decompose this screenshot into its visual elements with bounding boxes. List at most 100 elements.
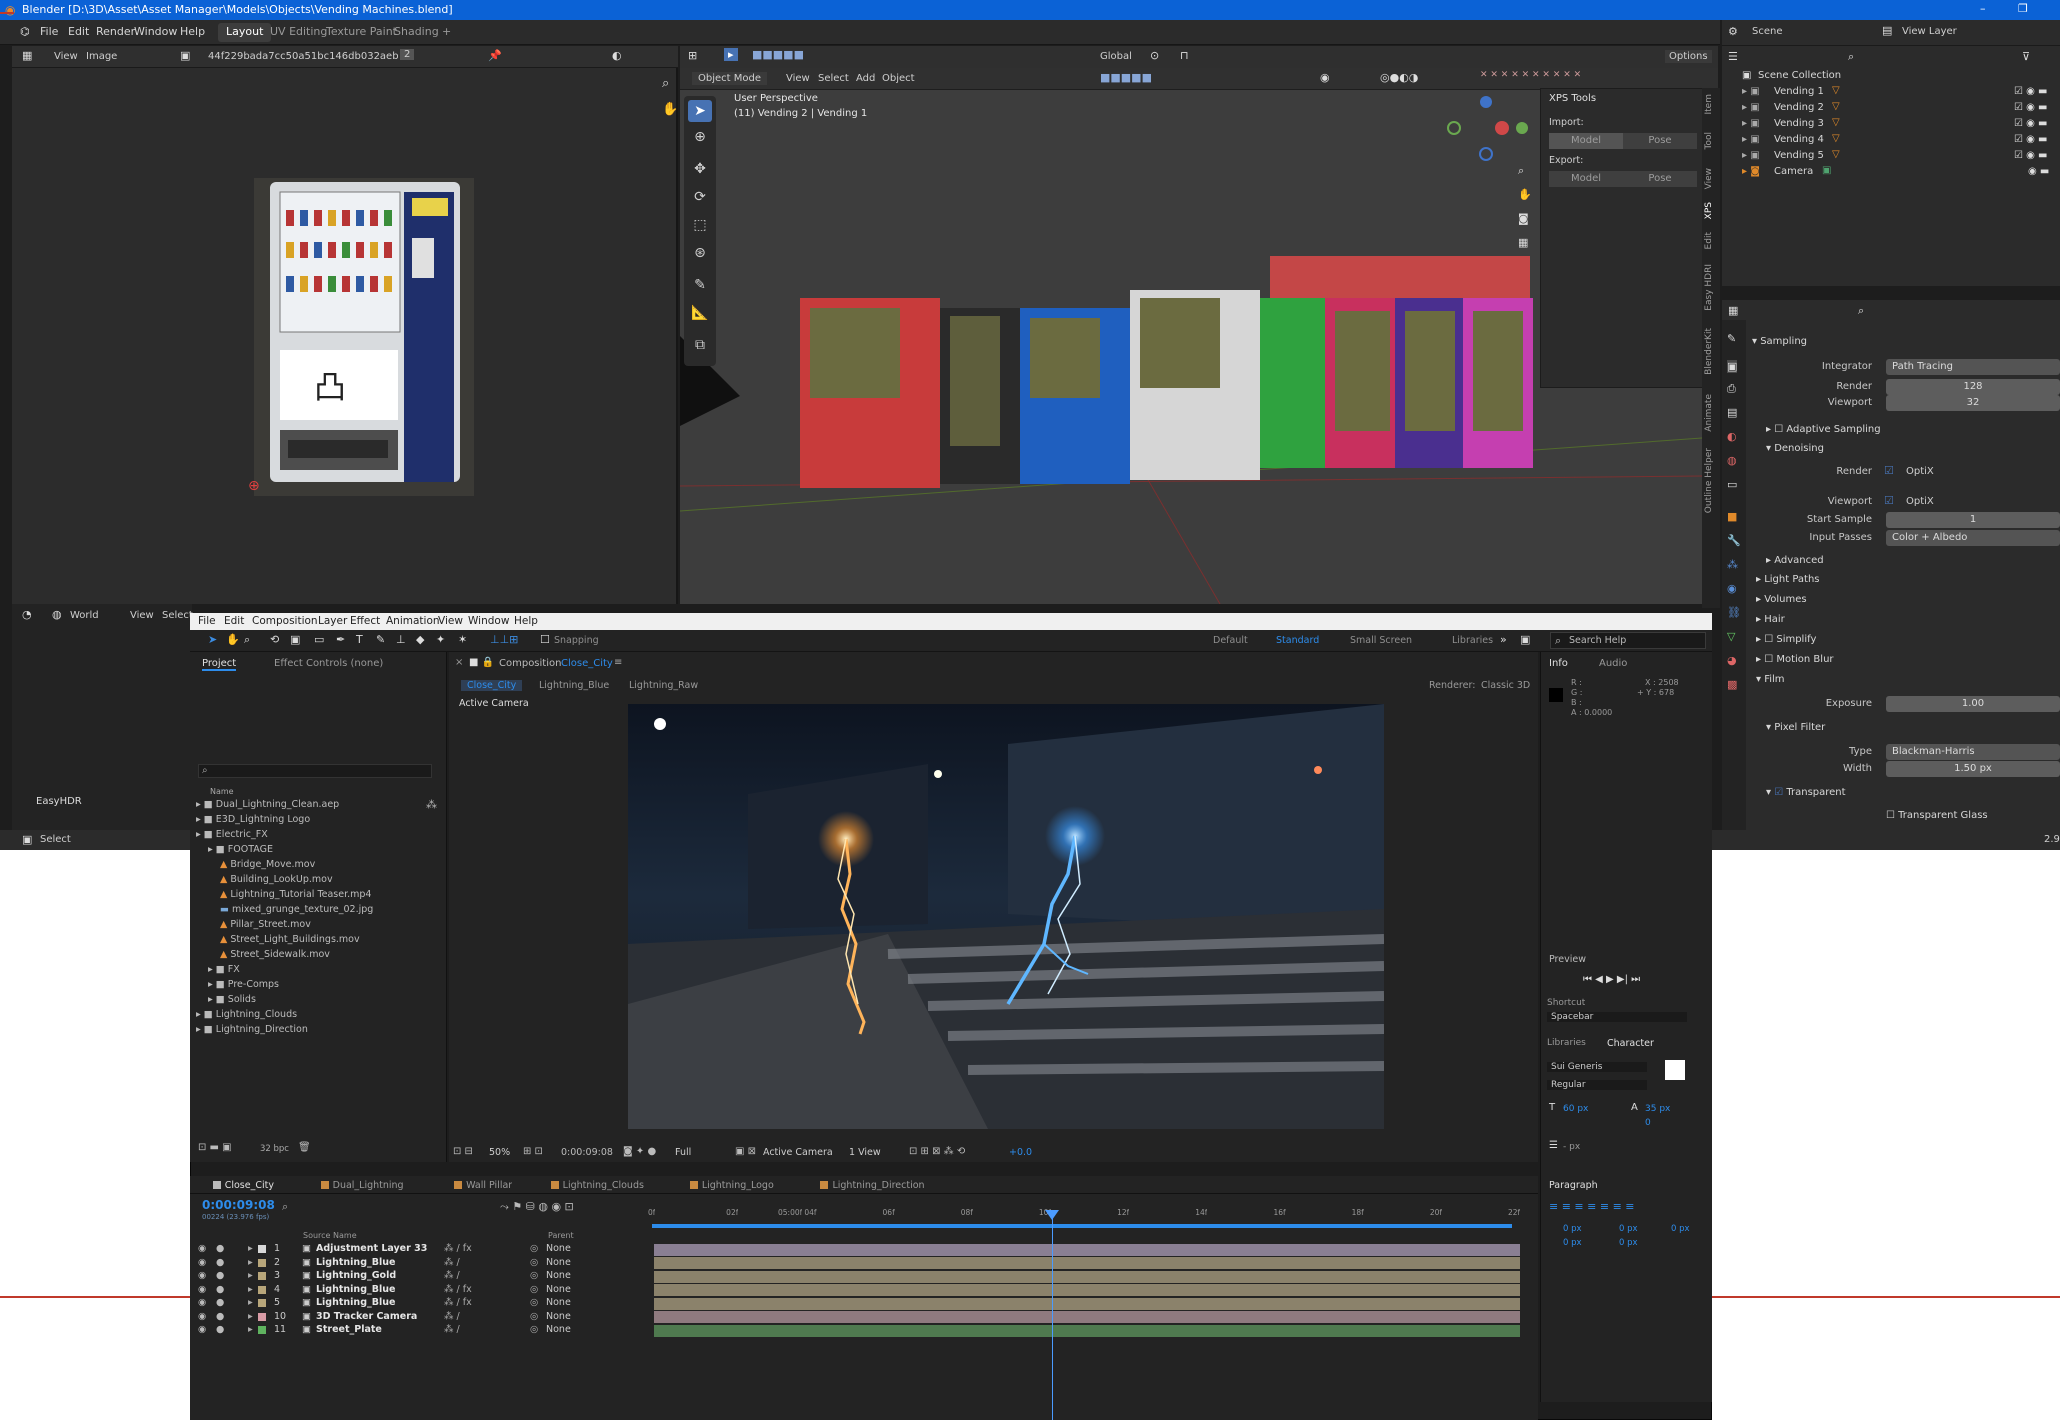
indent-right-field[interactable]: 0 px <box>1671 1224 1690 1234</box>
mode-dropdown[interactable]: Object Mode <box>692 72 767 85</box>
more-workspaces-icon[interactable]: » <box>1500 633 1507 646</box>
axis-tools-icon[interactable]: ⊥⊥⊞ <box>490 633 518 646</box>
timeline-search-icon[interactable]: ⌕ <box>282 1200 288 1214</box>
snapshot-icon[interactable]: ◙ ✦ ● <box>623 1146 656 1157</box>
clone-tool-icon[interactable]: ⊥ <box>396 633 406 646</box>
project-tab[interactable]: Project <box>202 658 237 671</box>
solo-icon[interactable]: ● <box>216 1257 224 1268</box>
timeline-tab[interactable]: Close_City <box>212 1180 274 1191</box>
menu-object[interactable]: Object <box>882 73 915 84</box>
pan-hand-icon[interactable]: ✋ <box>662 102 678 117</box>
collection-tab-icon[interactable]: ▭ <box>1727 478 1737 491</box>
search-help-box[interactable]: ⌕ Search Help <box>1550 632 1706 649</box>
denoise-viewport-checkbox[interactable]: ☑ <box>1884 494 1894 507</box>
parent-pickwhip-icon[interactable]: ◎ <box>530 1270 538 1281</box>
timeline-tab[interactable]: Lightning_Direction <box>820 1180 925 1191</box>
add-cube-tool-icon[interactable]: ⧉ <box>688 334 712 356</box>
visibility-icon[interactable]: ◉ <box>198 1243 206 1254</box>
ae-menu-window[interactable]: Window <box>468 615 509 627</box>
film-section[interactable]: ▾ Film <box>1756 674 1785 685</box>
renderer-value[interactable]: Classic 3D <box>1481 680 1530 691</box>
space-after-field[interactable]: 0 px <box>1619 1238 1638 1248</box>
space-before-field[interactable]: 0 px <box>1563 1238 1582 1248</box>
export-pose-button[interactable]: Pose <box>1623 171 1697 187</box>
viewport-samples-field[interactable]: 32 <box>1886 395 2060 411</box>
expand-icon[interactable]: ▸ ▣ <box>1742 118 1760 129</box>
tab-view[interactable]: View <box>1704 168 1718 189</box>
flowchart-icon[interactable]: ⁂ <box>426 798 437 811</box>
selection-mode-icons[interactable]: ■■■■■ <box>752 48 804 61</box>
properties-type-icon[interactable]: ▦ <box>1728 304 1738 317</box>
shading-mode-icons[interactable]: ◎●◐◑ <box>1380 71 1418 84</box>
tab-edit[interactable]: Edit <box>1704 232 1718 249</box>
indent-first-field[interactable]: 0 px <box>1619 1224 1638 1234</box>
parent-dropdown[interactable]: None <box>546 1270 571 1281</box>
current-timecode[interactable]: 0:00:09:08 <box>202 1198 275 1212</box>
measure-tool-icon[interactable]: 📐 <box>688 302 712 324</box>
switches-icons[interactable]: ⁂ / fx <box>444 1243 472 1254</box>
project-item[interactable]: ▸ ■ FOOTAGE <box>208 844 273 855</box>
workspace-standard[interactable]: Standard <box>1276 635 1319 646</box>
menu-select[interactable]: Select <box>818 73 849 84</box>
visibility-icon[interactable]: ◉ <box>198 1324 206 1335</box>
paragraph-tab[interactable]: Paragraph <box>1549 1180 1598 1191</box>
expand-icon[interactable]: ▸ <box>248 1270 253 1281</box>
zoom-dropdown[interactable]: 50% <box>489 1147 510 1158</box>
visibility-icon[interactable]: ◉ <box>198 1297 206 1308</box>
playback-controls-icons[interactable]: ⏮ ◀ ▶ ▶| ⏭ <box>1583 974 1640 985</box>
sync-icon[interactable]: ▣ <box>1520 633 1530 646</box>
move-tool-icon[interactable]: ✥ <box>688 158 712 180</box>
menu-edit[interactable]: Edit <box>68 25 89 38</box>
data-tab-icon[interactable]: ▽ <box>1727 630 1735 643</box>
timeline-layer-row[interactable]: ◉ ● ▸ 2 ▣ Lightning_Blue ⁂ / ◎ None <box>196 1257 636 1270</box>
search-help-input[interactable]: Search Help <box>1569 635 1626 646</box>
tool-tab-icon[interactable]: ✎ <box>1727 332 1736 345</box>
expand-icon[interactable]: ▸ ▣ <box>1742 150 1760 161</box>
camera-dropdown[interactable]: Active Camera <box>763 1147 833 1158</box>
maximize-icon[interactable]: ❐ <box>2018 2 2028 15</box>
project-item[interactable]: ▸ ■ Solids <box>208 994 256 1005</box>
layer-duration-bar[interactable] <box>654 1324 1520 1337</box>
layer-duration-bar[interactable] <box>654 1297 1520 1310</box>
layer-duration-bar[interactable] <box>654 1243 1520 1256</box>
object-type-filter-icons[interactable]: ■■■■■ <box>1100 71 1152 84</box>
visibility-icon[interactable]: ◉ <box>198 1284 206 1295</box>
hair-section[interactable]: ▸ Hair <box>1756 614 1785 625</box>
cursor-tool-icon[interactable]: ⊕ <box>688 126 712 148</box>
parent-dropdown[interactable]: None <box>546 1243 571 1254</box>
project-item[interactable]: ▸ ■ FX <box>208 964 240 975</box>
simplify-section[interactable]: ▸ ☐ Simplify <box>1756 634 1816 645</box>
type-tool-icon[interactable]: T <box>356 633 363 646</box>
eraser-tool-icon[interactable]: ◆ <box>416 633 424 646</box>
composition-name[interactable]: Close_City <box>561 658 613 669</box>
constraints-tab-icon[interactable]: ⛓ <box>1727 606 1741 619</box>
image-editor[interactable]: 凸 ⌕ ✋ ⊕ <box>12 46 678 604</box>
denoising-section[interactable]: ▾ Denoising <box>1766 443 1824 454</box>
project-item[interactable]: ▸ ■ Pre-Comps <box>208 979 279 990</box>
viewport-pan-icon[interactable]: ✋ <box>1518 188 1532 201</box>
motion-blur-section[interactable]: ▸ ☐ Motion Blur <box>1756 654 1834 665</box>
rotate-tool-icon[interactable]: ⟲ <box>270 633 279 646</box>
workspace-default[interactable]: Default <box>1213 635 1248 646</box>
outliner-item[interactable]: ▸ ▣ Vending 3 ▽ ☑ ◉ ▬ <box>1722 117 2060 133</box>
modifier-tab-icon[interactable]: 🔧 <box>1727 534 1741 547</box>
transparent-glass-checkbox[interactable]: ☐ Transparent Glass <box>1886 810 1988 821</box>
parent-dropdown[interactable]: None <box>546 1324 571 1335</box>
image-name-field[interactable]: 44f229bada7cc50a51bc146db032aebf.jpg <box>208 51 398 62</box>
pivot-icon[interactable]: ⊙ <box>1150 49 1159 62</box>
shape-tool-icon[interactable]: ▭ <box>314 633 324 646</box>
world-editor[interactable]: ◔ ◍ World View Select EasyHDR <box>12 604 193 830</box>
label-color-icon[interactable] <box>258 1326 266 1334</box>
resolution-dropdown[interactable]: Full <box>675 1147 691 1158</box>
scale-tool-icon[interactable]: ⬚ <box>688 214 712 236</box>
puppet-tool-icon[interactable]: ✶ <box>458 633 467 646</box>
filter-icon[interactable]: ⊽ <box>2022 50 2030 63</box>
layer-name[interactable]: Lightning_Blue <box>316 1297 395 1308</box>
breadcrumb-lightning-raw[interactable]: Lightning_Raw <box>629 680 698 691</box>
menu-view[interactable]: View <box>786 73 810 84</box>
roto-tool-icon[interactable]: ✦ <box>436 633 445 646</box>
denoise-render-checkbox[interactable]: ☑ <box>1884 464 1894 477</box>
menu-add[interactable]: Add <box>856 73 875 84</box>
solo-icon[interactable]: ● <box>216 1243 224 1254</box>
world-tab-icon[interactable]: ◍ <box>1727 454 1737 467</box>
